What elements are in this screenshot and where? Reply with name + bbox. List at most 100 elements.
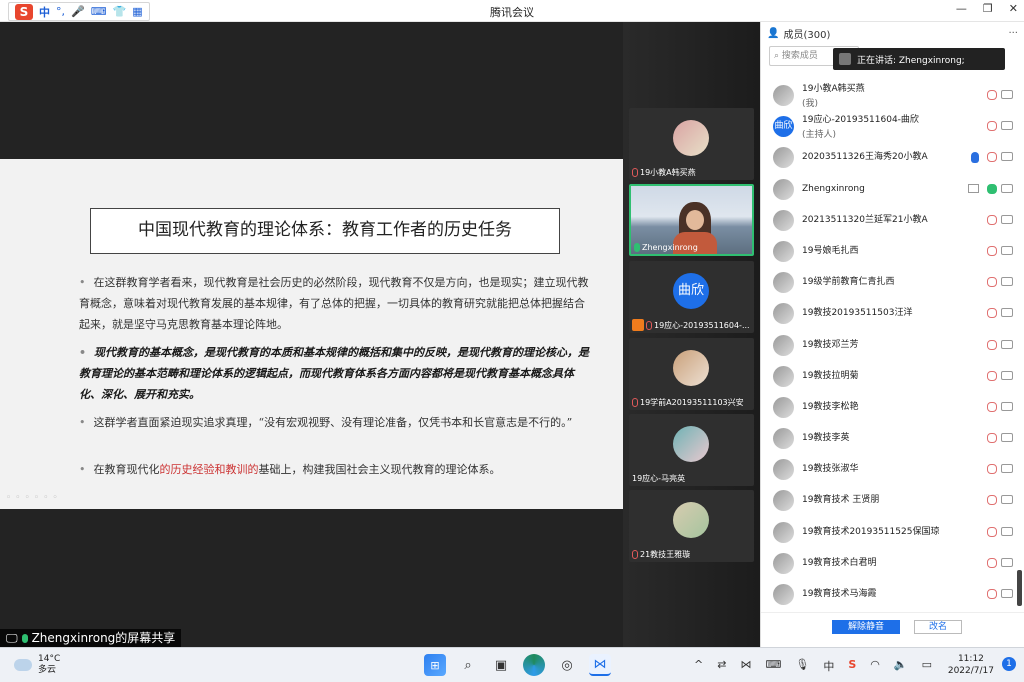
avatar <box>773 85 794 106</box>
mic-off-icon[interactable] <box>987 339 997 350</box>
video-tile[interactable]: 21教技王雅璇 <box>629 490 754 562</box>
video-tile-active-speaker[interactable]: Zhengxinrong <box>629 184 754 256</box>
edge-browser-icon[interactable] <box>523 654 545 676</box>
avatar <box>773 334 794 356</box>
list-item[interactable]: 20203511326王海秀20小教A <box>761 142 1024 173</box>
wifi-icon[interactable]: ◠ <box>870 658 880 674</box>
close-button[interactable]: ✕ <box>1009 2 1018 15</box>
mic-off-icon[interactable] <box>987 433 997 444</box>
search-icon: ⌕ <box>774 51 780 61</box>
mic-off-icon[interactable] <box>987 589 997 599</box>
tray-app-icon[interactable]: ⋈ <box>740 658 751 674</box>
avatar <box>673 502 709 538</box>
avatar <box>773 147 794 169</box>
list-item[interactable]: 19小教A韩买燕 (我) <box>761 80 1024 111</box>
camera-icon[interactable] <box>1001 495 1013 505</box>
mic-off-icon[interactable] <box>987 401 997 412</box>
task-view-icon[interactable]: ▣ <box>490 654 512 676</box>
battery-icon[interactable]: ▭ <box>922 658 932 674</box>
tencent-meeting-icon[interactable]: ⋈ <box>589 654 611 676</box>
list-item[interactable]: 19教技拉明菊 <box>761 361 1024 392</box>
minimize-button[interactable]: — <box>956 2 967 15</box>
camera-icon[interactable] <box>1001 277 1013 287</box>
rename-button[interactable]: 改名 <box>914 620 962 634</box>
screen-share-owner: Zhengxinrong的屏幕共享 <box>31 631 176 645</box>
mic-off-icon[interactable] <box>987 214 997 225</box>
mic-off-icon[interactable] <box>987 526 997 537</box>
unmute-all-button[interactable]: 解除静音 <box>832 620 900 634</box>
show-hidden-icons-chevron-icon[interactable]: ^ <box>694 658 703 674</box>
windows-start-icon[interactable]: ⊞ <box>424 654 446 676</box>
notification-badge[interactable]: 1 <box>1002 657 1016 671</box>
video-tile[interactable]: 曲欣 19应心-20193511604-... <box>629 261 754 333</box>
volume-icon[interactable]: 🔈 <box>894 658 908 674</box>
video-tile[interactable]: 19应心-马亮英 <box>629 414 754 486</box>
mic-off-icon[interactable] <box>987 370 997 381</box>
list-item[interactable]: 19教技20193511503汪洋 <box>761 298 1024 329</box>
microphone-icon[interactable]: 🎙 <box>795 658 809 674</box>
mic-off-icon[interactable] <box>987 277 997 288</box>
list-item[interactable]: 19教技张淑华 <box>761 454 1024 485</box>
camera-icon[interactable] <box>1001 308 1013 318</box>
list-item[interactable]: 曲欣 19应心-20193511604-曲欣 (主持人) <box>761 111 1024 142</box>
camera-icon[interactable] <box>1001 526 1013 536</box>
speaking-text: 正在讲话: Zhengxinrong; <box>857 55 965 66</box>
camera-icon[interactable] <box>1001 121 1013 131</box>
mic-off-icon[interactable] <box>987 152 997 163</box>
keyboard-icon[interactable]: ⌨ <box>765 658 781 674</box>
member-list-scrollbar[interactable] <box>1017 570 1022 606</box>
list-item[interactable]: 19教育技术白君明 <box>761 548 1024 579</box>
mic-off-icon[interactable] <box>987 90 997 100</box>
video-tile[interactable]: 19小教A韩买燕 <box>629 108 754 180</box>
more-options-button[interactable]: ··· <box>1008 28 1018 39</box>
mic-off-icon[interactable] <box>987 308 997 319</box>
video-tile-name: 19学前A20193511103兴安 <box>632 397 744 408</box>
camera-icon[interactable] <box>1001 589 1013 598</box>
mic-off-icon[interactable] <box>987 557 997 568</box>
list-item[interactable]: 19教育技术马海霞 <box>761 579 1024 610</box>
list-item[interactable]: 19号娘毛扎西 <box>761 236 1024 267</box>
sync-icon[interactable]: ⇄ <box>717 658 726 674</box>
list-item[interactable]: 19教技李松艳 <box>761 392 1024 423</box>
mic-off-icon[interactable] <box>987 121 997 132</box>
list-item[interactable]: 19教育技术 王贤朋 <box>761 485 1024 516</box>
sogou-tray-icon[interactable]: S <box>848 658 856 674</box>
list-item[interactable]: 19教技李英 <box>761 423 1024 454</box>
list-item[interactable]: 20213511320兰延军21小教A <box>761 205 1024 236</box>
mic-off-icon <box>632 168 638 177</box>
mic-off-icon[interactable] <box>987 495 997 506</box>
camera-icon[interactable] <box>1001 464 1013 474</box>
camera-icon[interactable] <box>1001 90 1013 99</box>
temperature: 14°C <box>38 654 61 664</box>
mic-off-icon[interactable] <box>987 464 997 475</box>
video-tile[interactable]: 19学前A20193511103兴安 <box>629 338 754 410</box>
camera-icon[interactable] <box>1001 214 1013 224</box>
member-panel: 👤 成员(300) ··· ⌕ 搜索成员 正在讲话: Zhengxinrong;… <box>760 22 1024 647</box>
weather-widget[interactable]: 14°C 多云 <box>11 654 61 676</box>
clock[interactable]: 11:12 2022/7/17 <box>948 653 994 677</box>
mic-off-icon[interactable] <box>987 245 997 256</box>
ime-indicator[interactable]: 中 <box>823 658 834 674</box>
camera-icon[interactable] <box>1001 339 1013 349</box>
person-face <box>686 210 704 230</box>
camera-icon[interactable] <box>1001 557 1013 567</box>
participant-name: 19应心-20193511604-... <box>654 320 750 330</box>
camera-icon[interactable] <box>1001 401 1013 411</box>
maximize-button[interactable]: ❐ <box>983 2 993 15</box>
list-item[interactable]: 19教技邓兰芳 <box>761 330 1024 361</box>
screen-share-label: 🖵 Zhengxinrong的屏幕共享 <box>0 629 182 647</box>
camera-icon[interactable] <box>1001 152 1013 162</box>
list-item[interactable]: Zhengxinrong <box>761 174 1024 205</box>
list-item[interactable]: 19教育技术20193511525保国琼 <box>761 517 1024 548</box>
camera-icon[interactable] <box>1001 433 1013 443</box>
slide-toolbar-icons[interactable]: ◦◦◦◦◦◦ <box>6 493 62 503</box>
mic-on-icon <box>21 633 28 643</box>
member-panel-footer: 解除静音 改名 <box>761 612 1024 647</box>
mic-on-icon[interactable] <box>987 183 997 194</box>
chat-app-icon[interactable]: ◎ <box>556 654 578 676</box>
camera-icon[interactable] <box>1001 370 1013 380</box>
search-icon[interactable]: ⌕ <box>457 654 479 676</box>
camera-icon[interactable] <box>1001 245 1013 255</box>
list-item[interactable]: 19级学前教育仁青扎西 <box>761 267 1024 298</box>
camera-icon[interactable] <box>1001 183 1013 193</box>
